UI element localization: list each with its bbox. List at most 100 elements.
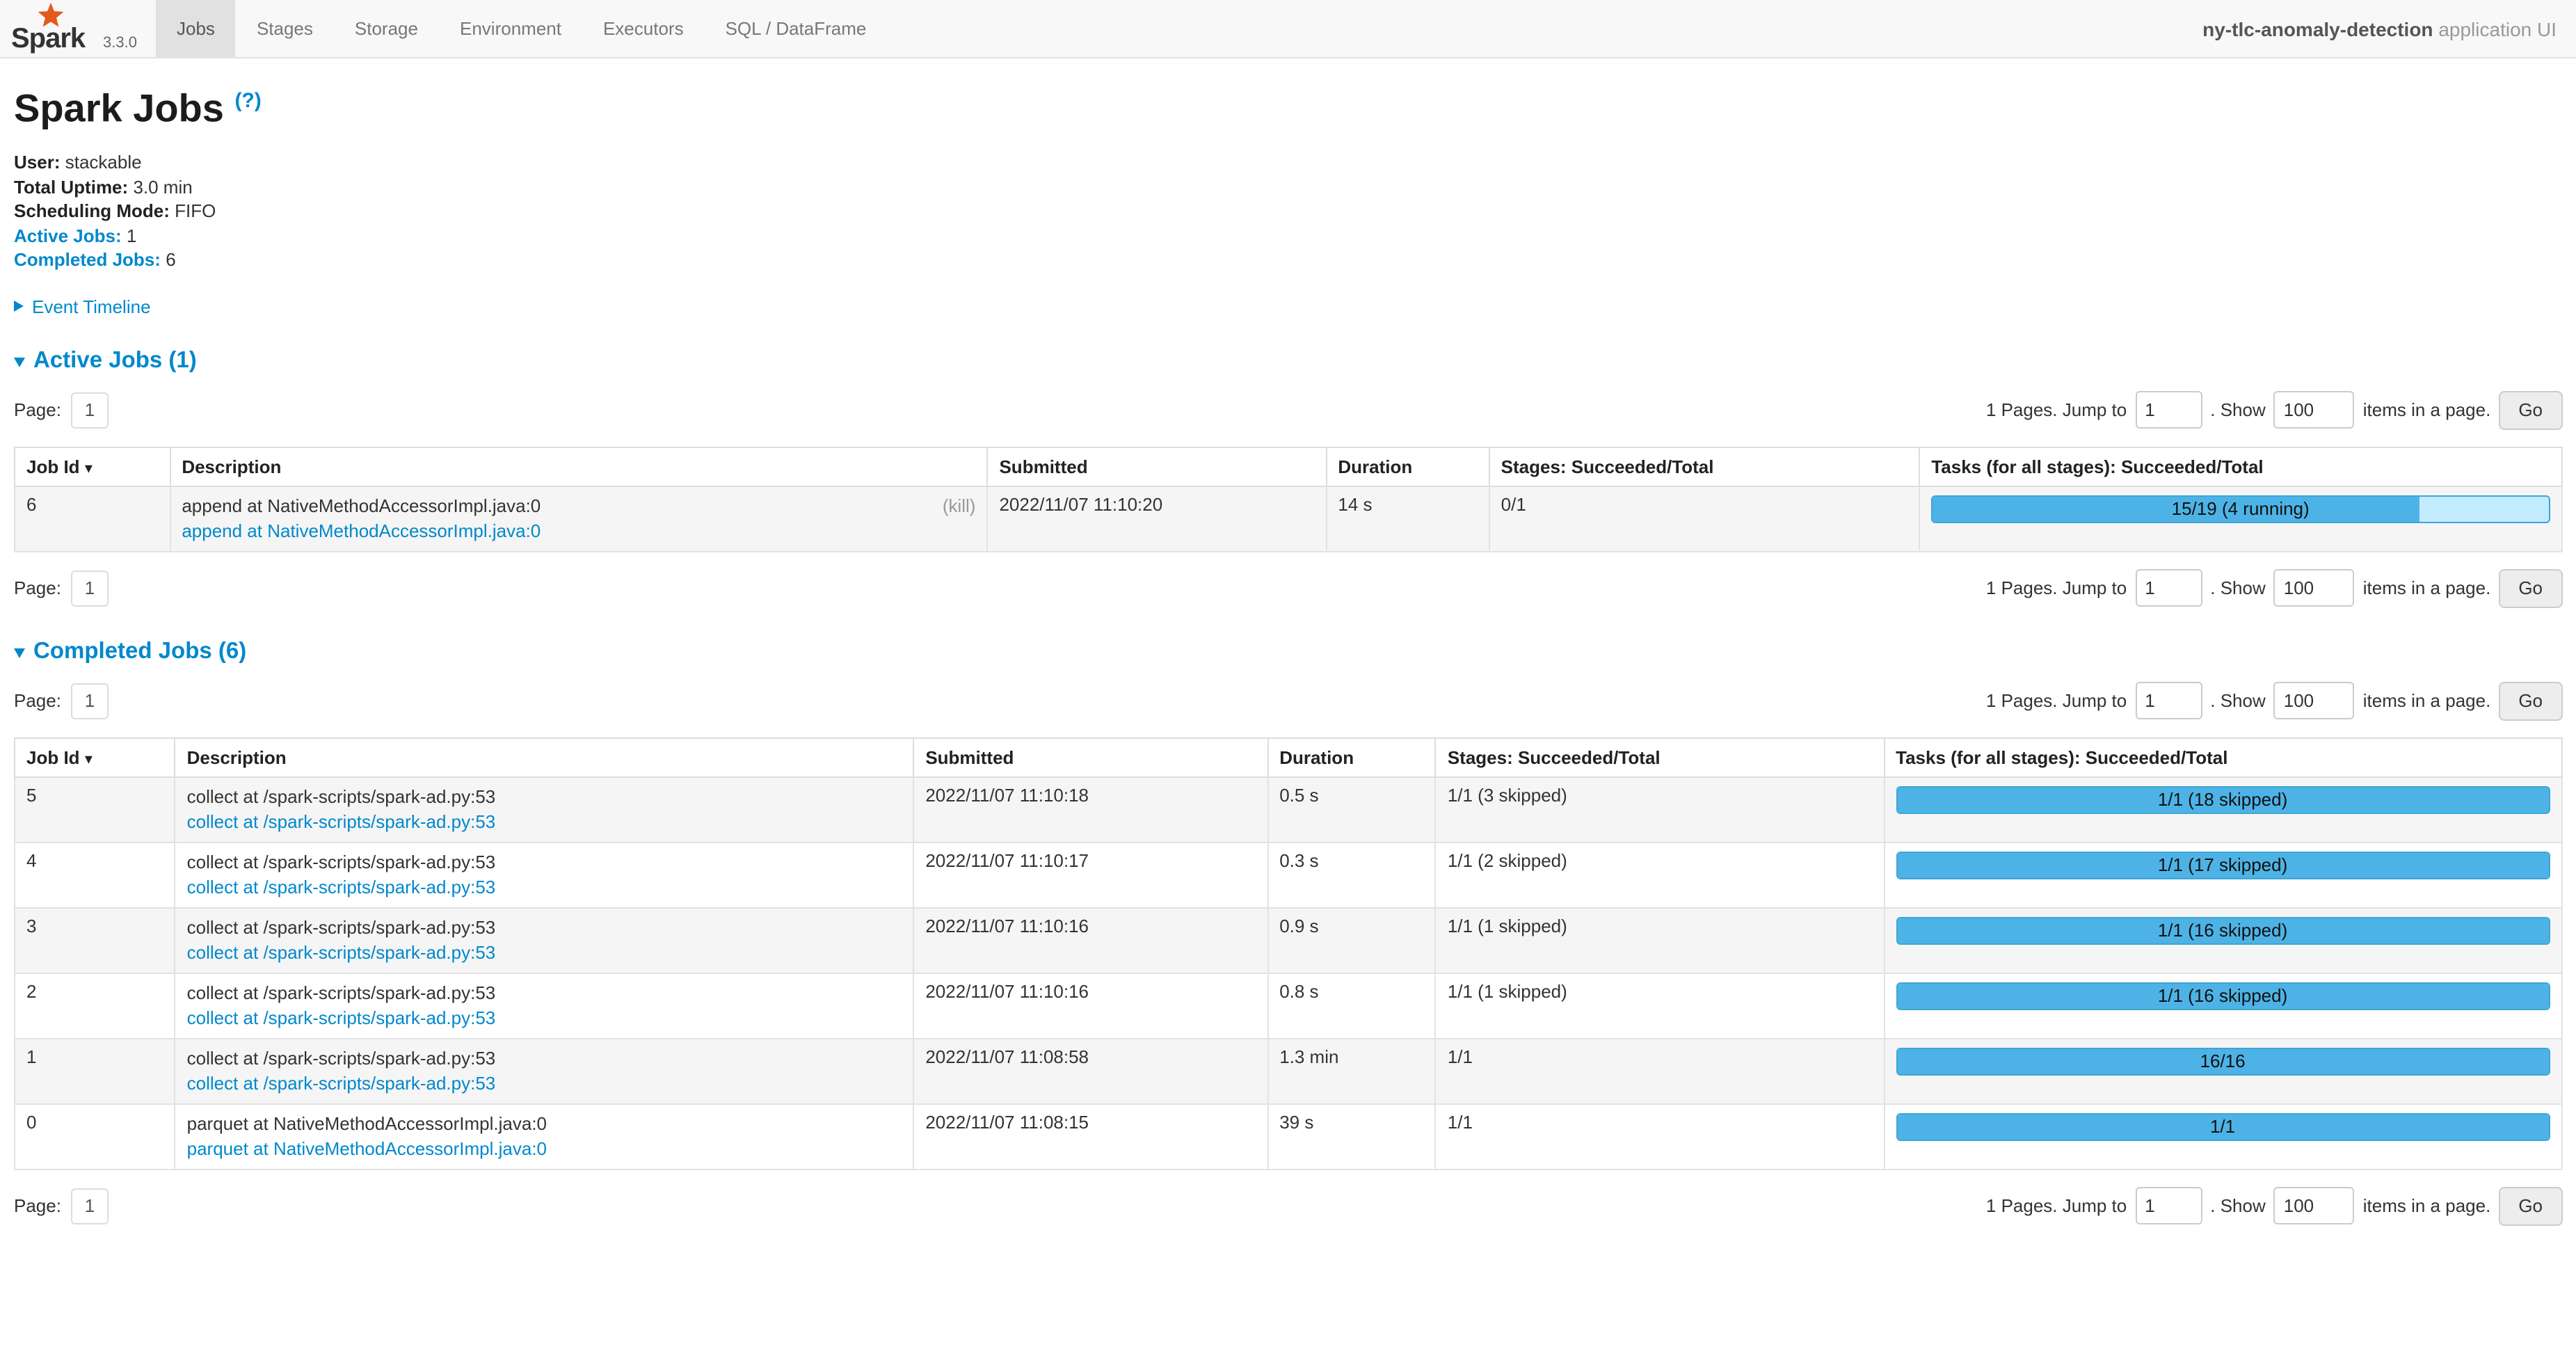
active-jobs-header-row: Job Id ▾ Description Submitted Duration … [15,447,2561,486]
tasks-progress-bar: 15/19 (4 running) [1931,495,2550,523]
tasks-cell: 1/1 (16 skipped) [1884,973,2561,1039]
job-description-cell: parquet at NativeMethodAccessorImpl.java… [175,1104,914,1170]
tasks-cell: 1/1 (16 skipped) [1884,908,2561,973]
col-job-id[interactable]: Job Id ▾ [15,447,170,486]
job-description-text: collect at /spark-scripts/spark-ad.py:53 [187,785,496,810]
page-title: Spark Jobs (?) [14,78,2562,131]
duration-cell: 39 s [1267,1104,1436,1170]
submitted-cell: 2022/11/07 11:10:16 [913,973,1267,1039]
show-items-input[interactable] [2274,392,2355,429]
job-description-text: collect at /spark-scripts/spark-ad.py:53 [187,1046,496,1071]
active-jobs-link[interactable]: Active Jobs: [14,225,122,246]
duration-cell: 0.8 s [1267,973,1436,1039]
help-link[interactable]: (?) [234,89,261,113]
progress-label: 15/19 (4 running) [1933,497,2548,522]
col-description[interactable]: Description [170,447,987,486]
items-text: items in a page. [2363,1196,2491,1217]
job-description-link[interactable]: collect at /spark-scripts/spark-ad.py:53 [187,810,496,835]
tab-storage[interactable]: Storage [334,0,439,57]
summary-active-jobs: Active Jobs: 1 [14,224,2562,248]
job-description-text: parquet at NativeMethodAccessorImpl.java… [187,1112,547,1137]
col-tasks[interactable]: Tasks (for all stages): Succeeded/Total [1884,738,2561,777]
col-duration[interactable]: Duration [1326,447,1489,486]
tab-sql-dataframe[interactable]: SQL / DataFrame [705,0,888,57]
page-number-button[interactable]: 1 [71,1188,109,1224]
page-label: Page: [14,1196,61,1217]
jump-to-input[interactable] [2135,683,2202,720]
pagination-bar: Page: 1 1 Pages. Jump to . Show items in… [14,391,2562,430]
event-timeline-label: Event Timeline [32,296,151,317]
job-description-text: collect at /spark-scripts/spark-ad.py:53 [187,850,496,875]
progress-label: 16/16 [1897,1049,2548,1074]
jump-to-input[interactable] [2135,392,2202,429]
pages-jump-text: 1 Pages. Jump to [1986,1196,2127,1217]
jump-to-input[interactable] [2135,1188,2202,1225]
show-items-input[interactable] [2274,683,2355,720]
go-button[interactable]: Go [2499,682,2562,721]
job-description-link[interactable]: append at NativeMethodAccessorImpl.java:… [182,519,541,544]
summary-completed-jobs: Completed Jobs: 6 [14,248,2562,273]
page-label: Page: [14,691,61,712]
completed-jobs-link[interactable]: Completed Jobs: [14,250,161,271]
job-description-text: collect at /spark-scripts/spark-ad.py:53 [187,916,496,941]
tab-stages[interactable]: Stages [236,0,334,57]
go-button[interactable]: Go [2499,569,2562,608]
active-jobs-count: 1 [127,225,136,246]
spark-logo-text: Spark [11,24,85,56]
page-number-button[interactable]: 1 [71,570,109,607]
go-button[interactable]: Go [2499,1187,2562,1226]
col-duration[interactable]: Duration [1267,738,1436,777]
job-description-cell: append at NativeMethodAccessorImpl.java:… [170,486,987,552]
nav-tabs: Jobs Stages Storage Environment Executor… [156,0,887,57]
completed-job-row: 0 parquet at NativeMethodAccessorImpl.ja… [15,1104,2561,1170]
col-submitted[interactable]: Submitted [913,738,1267,777]
show-items-input[interactable] [2274,570,2355,607]
spark-logo[interactable]: Spark 3.3.0 [0,0,156,57]
tab-jobs[interactable]: Jobs [156,0,236,57]
active-jobs-section-header[interactable]: Active Jobs (1) [14,348,2562,374]
pages-jump-text: 1 Pages. Jump to [1986,400,2127,421]
navbar: Spark 3.3.0 Jobs Stages Storage Environm… [0,0,2576,58]
page-title-text: Spark Jobs [14,87,224,130]
tasks-cell: 1/1 [1884,1104,2561,1170]
job-description-link[interactable]: collect at /spark-scripts/spark-ad.py:53 [187,941,496,966]
page-number-button[interactable]: 1 [71,683,109,719]
tab-environment[interactable]: Environment [439,0,582,57]
completed-jobs-section-header[interactable]: Completed Jobs (6) [14,639,2562,665]
tab-executors[interactable]: Executors [582,0,705,57]
job-description-link[interactable]: collect at /spark-scripts/spark-ad.py:53 [187,1006,496,1031]
jump-to-input[interactable] [2135,570,2202,607]
col-description[interactable]: Description [175,738,914,777]
job-description-text: collect at /spark-scripts/spark-ad.py:53 [187,981,496,1006]
progress-label: 1/1 (18 skipped) [1897,788,2548,813]
col-stages[interactable]: Stages: Succeeded/Total [1436,738,1884,777]
tasks-progress-bar: 1/1 (16 skipped) [1896,917,2550,945]
job-description-link[interactable]: collect at /spark-scripts/spark-ad.py:53 [187,1071,496,1096]
submitted-cell: 2022/11/07 11:10:17 [913,843,1267,908]
job-id-cell: 4 [15,843,175,908]
go-button[interactable]: Go [2499,391,2562,430]
show-text: . Show [2210,691,2266,712]
job-description-link[interactable]: collect at /spark-scripts/spark-ad.py:53 [187,875,496,900]
kill-link[interactable]: (kill) [943,494,976,519]
summary-scheduling-mode: Scheduling Mode: FIFO [14,200,2562,224]
tasks-cell: 15/19 (4 running) [1919,486,2561,552]
col-submitted[interactable]: Submitted [987,447,1326,486]
pages-jump-text: 1 Pages. Jump to [1986,691,2127,712]
tasks-cell: 1/1 (17 skipped) [1884,843,2561,908]
stages-cell: 1/1 (1 skipped) [1436,908,1884,973]
event-timeline-toggle[interactable]: Event Timeline [14,296,2562,317]
tasks-cell: 16/16 [1884,1039,2561,1104]
show-text: . Show [2210,578,2266,599]
pages-jump-text: 1 Pages. Jump to [1986,578,2127,599]
col-stages[interactable]: Stages: Succeeded/Total [1489,447,1920,486]
progress-label: 1/1 [1897,1115,2548,1140]
job-id-cell: 5 [15,777,175,843]
job-description-link[interactable]: parquet at NativeMethodAccessorImpl.java… [187,1137,547,1162]
show-items-input[interactable] [2274,1188,2355,1225]
stages-cell: 1/1 [1436,1104,1884,1170]
col-job-id[interactable]: Job Id ▾ [15,738,175,777]
col-tasks[interactable]: Tasks (for all stages): Succeeded/Total [1919,447,2561,486]
job-id-cell: 6 [15,486,170,552]
page-number-button[interactable]: 1 [71,392,109,429]
